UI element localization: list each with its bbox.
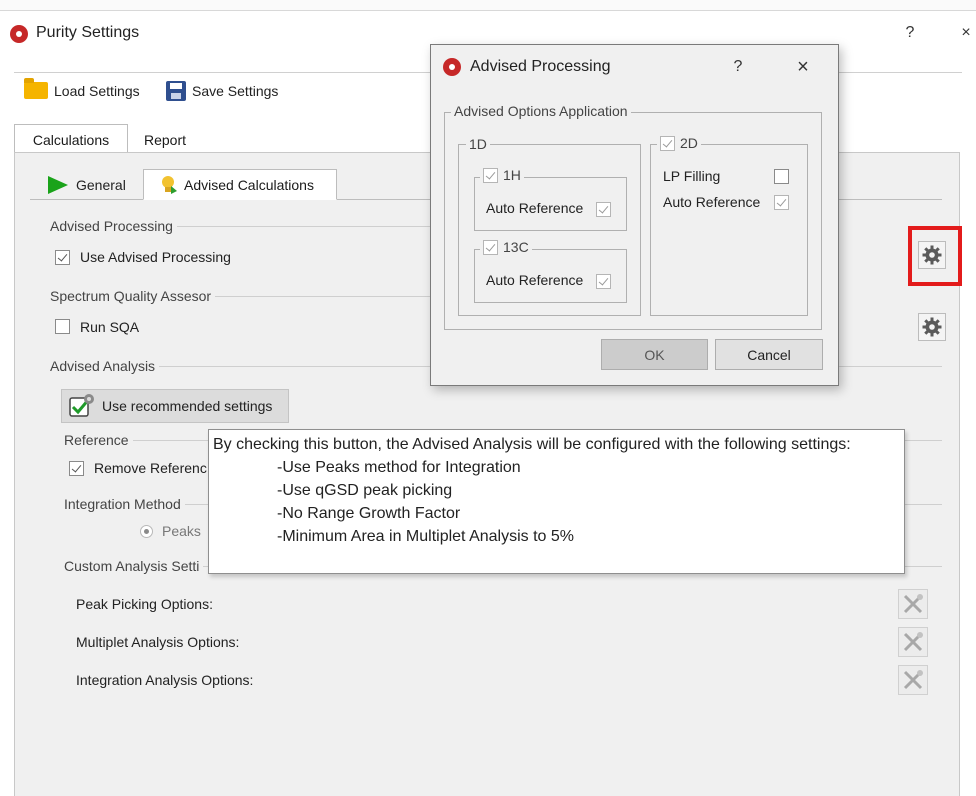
peak-picking-options-label: Peak Picking Options: <box>76 596 213 612</box>
lp-filling-checkbox[interactable] <box>774 169 789 184</box>
twod-label: 2D <box>680 135 698 151</box>
subtab-advised-calculations[interactable]: Advised Calculations <box>143 169 337 200</box>
dialog-logo-icon <box>443 58 461 76</box>
advised-processing-group-label: Advised Processing <box>50 218 177 234</box>
advised-options-group-label: Advised Options Application <box>451 103 631 119</box>
lp-filling-label: LP Filling <box>663 168 721 184</box>
folder-icon <box>24 78 48 99</box>
lightbulb-icon <box>162 175 177 194</box>
tooltip-line: -Use Peaks method for Integration <box>277 459 521 476</box>
sqa-settings-button[interactable] <box>918 313 946 341</box>
use-advised-processing-label: Use Advised Processing <box>80 249 231 265</box>
dialog-close-button[interactable]: × <box>789 55 817 79</box>
save-settings-label: Save Settings <box>192 83 279 99</box>
close-button[interactable]: × <box>956 22 976 44</box>
use-recommended-settings-label: Use recommended settings <box>102 398 273 414</box>
h1-group-title: 1H <box>480 167 524 183</box>
tab-calculations[interactable]: Calculations <box>14 124 128 155</box>
help-button[interactable]: ? <box>896 22 924 44</box>
twod-auto-reference-label: Auto Reference <box>663 194 761 210</box>
reference-group-label: Reference <box>64 432 133 448</box>
h1-auto-reference-checkbox[interactable] <box>596 202 611 217</box>
multiplet-analysis-options-label: Multiplet Analysis Options: <box>76 634 240 650</box>
multiplet-analysis-options-button[interactable] <box>898 627 928 657</box>
twod-group-title: 2D <box>657 135 701 151</box>
subtab-general-label: General <box>76 177 126 193</box>
tools-icon <box>903 632 923 652</box>
c13-label: 13C <box>503 239 529 255</box>
sqa-group-label: Spectrum Quality Assesor <box>50 288 216 304</box>
tools-icon <box>903 594 923 614</box>
tools-icon <box>903 670 923 690</box>
recommended-settings-tooltip: By checking this button, the Advised Ana… <box>208 429 905 574</box>
twod-checkbox[interactable] <box>660 135 675 151</box>
floppy-disk-icon <box>166 81 186 101</box>
app-logo-icon <box>10 25 28 43</box>
integration-analysis-options-label: Integration Analysis Options: <box>76 672 254 688</box>
peaks-radio-dot <box>144 529 149 534</box>
c13-checkbox[interactable] <box>483 239 498 255</box>
use-advised-processing-checkbox[interactable] <box>55 250 70 265</box>
dialog-help-button[interactable]: ? <box>725 55 751 79</box>
integration-analysis-options-button[interactable] <box>898 665 928 695</box>
top-strip <box>0 0 976 11</box>
tooltip-line: -Use qGSD peak picking <box>277 482 453 499</box>
peak-picking-options-button[interactable] <box>898 589 928 619</box>
ok-button[interactable]: OK <box>601 339 708 370</box>
h1-checkbox[interactable] <box>483 167 498 183</box>
twod-auto-reference-checkbox[interactable] <box>774 195 789 210</box>
peaks-label: Peaks <box>162 523 201 539</box>
remove-reference-checkbox[interactable] <box>69 461 84 476</box>
h1-label: 1H <box>503 167 521 183</box>
oned-group-label: 1D <box>466 136 490 152</box>
gear-icon <box>922 317 942 337</box>
play-icon <box>48 176 68 194</box>
dialog-title: Advised Processing <box>470 58 611 75</box>
load-settings-label: Load Settings <box>54 82 140 99</box>
advised-analysis-group-label: Advised Analysis <box>50 358 160 374</box>
save-settings-button[interactable]: Save Settings <box>166 81 278 101</box>
advised-processing-settings-button[interactable] <box>918 241 946 269</box>
tooltip-heading: By checking this button, the Advised Ana… <box>213 436 851 453</box>
run-sqa-checkbox[interactable] <box>55 319 70 334</box>
use-recommended-settings-button[interactable]: Use recommended settings <box>61 389 289 423</box>
c13-auto-reference-label: Auto Reference <box>486 272 584 288</box>
subtab-general[interactable]: General <box>46 175 126 195</box>
recommended-settings-icon <box>69 394 94 417</box>
tooltip-line: -Minimum Area in Multiplet Analysis to 5… <box>277 528 574 545</box>
subtab-advised-label: Advised Calculations <box>184 176 314 193</box>
tab-report[interactable]: Report <box>130 128 200 152</box>
tooltip-line: -No Range Growth Factor <box>277 505 461 522</box>
peaks-radio[interactable] <box>140 525 153 538</box>
gear-icon <box>922 245 942 265</box>
cancel-button[interactable]: Cancel <box>715 339 823 370</box>
c13-auto-reference-checkbox[interactable] <box>596 274 611 289</box>
c13-group-title: 13C <box>480 239 532 255</box>
run-sqa-label: Run SQA <box>80 319 140 335</box>
load-settings-button[interactable]: Load Settings <box>24 78 140 99</box>
window-title: Purity Settings <box>36 24 140 41</box>
advised-processing-dialog: Advised Processing ? × Advised Options A… <box>430 44 839 386</box>
integration-method-group-label: Integration Method <box>64 496 185 512</box>
remove-reference-label: Remove Referenc <box>94 460 207 476</box>
custom-analysis-group-label: Custom Analysis Setti <box>64 558 204 574</box>
h1-auto-reference-label: Auto Reference <box>486 200 584 216</box>
